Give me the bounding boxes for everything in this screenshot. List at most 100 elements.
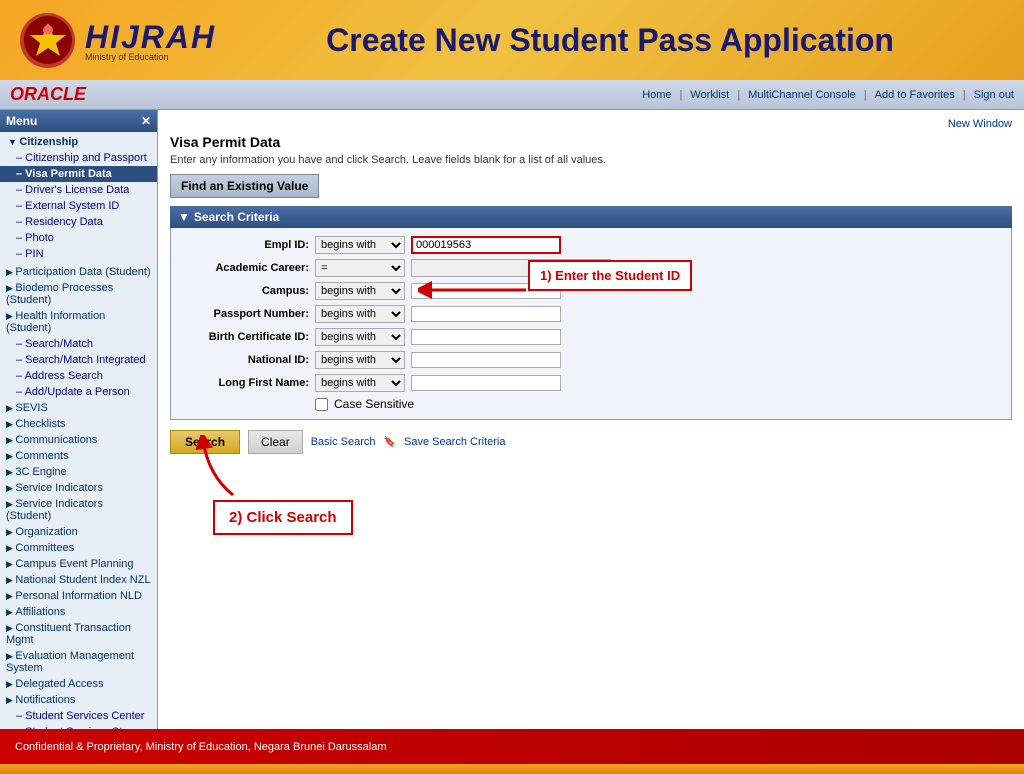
sidebar-link-citizenship-passport[interactable]: – Citizenship and Passport xyxy=(0,150,157,166)
empl-id-operator[interactable]: begins with = contains xyxy=(315,236,405,254)
sidebar-collapse-icon[interactable]: ✕ xyxy=(141,114,151,128)
sidebar-group-biodemo[interactable]: Biodemo Processes (Student) xyxy=(0,280,157,308)
search-row-birth-cert: Birth Certificate ID: begins with = xyxy=(179,328,1003,346)
sidebar-group-sevis[interactable]: SEVIS xyxy=(0,400,157,416)
academic-career-label: Academic Career: xyxy=(179,262,309,274)
page-description: Enter any information you have and click… xyxy=(170,154,1012,166)
clear-button[interactable]: Clear xyxy=(248,430,303,454)
search-criteria-header: ▼ Search Criteria xyxy=(170,206,1012,228)
sidebar-group-service-indicators-student[interactable]: Service Indicators (Student) xyxy=(0,496,157,524)
sidebar-group-national-student[interactable]: National Student Index NZL xyxy=(0,572,157,588)
search-row-national-id: National ID: begins with = xyxy=(179,351,1003,369)
empl-id-input[interactable] xyxy=(411,236,561,254)
main-layout: Menu ✕ Citizenship – Citizenship and Pas… xyxy=(0,110,1024,729)
sidebar-link-photo[interactable]: – Photo xyxy=(0,230,157,246)
national-id-input[interactable] xyxy=(411,352,561,368)
case-sensitive-checkbox[interactable] xyxy=(315,398,328,411)
sidebar-link-student-services[interactable]: – Student Services Center xyxy=(0,708,157,724)
sidebar-group-comments[interactable]: Comments xyxy=(0,448,157,464)
action-buttons: Search Clear Basic Search 🔖 Save Search … xyxy=(170,430,1012,454)
nav-multichannel[interactable]: MultiChannel Console xyxy=(748,89,856,101)
passport-input[interactable] xyxy=(411,306,561,322)
search-row-empl-id: Empl ID: begins with = contains xyxy=(179,236,1003,254)
sidebar-link-student-services-student[interactable]: – Student Services Ctr (Student) xyxy=(0,724,157,729)
basic-search-link[interactable]: Basic Search xyxy=(311,436,376,448)
sidebar-header: Menu ✕ xyxy=(0,110,157,132)
sidebar-link-search-match[interactable]: – Search/Match xyxy=(0,336,157,352)
logo-icon xyxy=(20,13,75,68)
sidebar-group-delegated[interactable]: Delegated Access xyxy=(0,676,157,692)
long-first-name-operator[interactable]: begins with = xyxy=(315,374,405,392)
sidebar-group-3c-engine[interactable]: 3C Engine xyxy=(0,464,157,480)
logo-area: HIJRAH Ministry of Education xyxy=(20,13,216,68)
sidebar-link-external-system[interactable]: – External System ID xyxy=(0,198,157,214)
sidebar-group-participation[interactable]: Participation Data (Student) xyxy=(0,264,157,280)
nav-add-favorites[interactable]: Add to Favorites xyxy=(875,89,955,101)
annotation-step2: 2) Click Search xyxy=(213,500,353,535)
nav-sign-out[interactable]: Sign out xyxy=(974,89,1014,101)
national-id-label: National ID: xyxy=(179,354,309,366)
collapse-icon[interactable]: ▼ xyxy=(178,210,190,224)
arrow1-icon xyxy=(418,275,528,308)
search-row-long-first-name: Long First Name: begins with = xyxy=(179,374,1003,392)
sidebar-link-add-update-person[interactable]: – Add/Update a Person xyxy=(0,384,157,400)
new-window-area: New Window xyxy=(170,118,1012,130)
nav-links: Home | Worklist | MultiChannel Console |… xyxy=(642,89,1014,101)
sidebar-group-committees[interactable]: Committees xyxy=(0,540,157,556)
sidebar: Menu ✕ Citizenship – Citizenship and Pas… xyxy=(0,110,158,729)
arrow2-icon xyxy=(193,435,253,503)
campus-operator[interactable]: begins with = xyxy=(315,282,405,300)
passport-label: Passport Number: xyxy=(179,308,309,320)
sidebar-group-checklists[interactable]: Checklists xyxy=(0,416,157,432)
sidebar-group-personal-info[interactable]: Personal Information NLD xyxy=(0,588,157,604)
sidebar-group-organization[interactable]: Organization xyxy=(0,524,157,540)
nav-home[interactable]: Home xyxy=(642,89,671,101)
sidebar-link-address-search[interactable]: – Address Search xyxy=(0,368,157,384)
app-header: HIJRAH Ministry of Education Create New … xyxy=(0,0,1024,80)
new-window-link[interactable]: New Window xyxy=(948,118,1012,130)
sidebar-group-constituent[interactable]: Constituent Transaction Mgmt xyxy=(0,620,157,648)
logo-text: HIJRAH xyxy=(85,19,216,56)
sidebar-link-visa-permit[interactable]: – Visa Permit Data xyxy=(0,166,157,182)
footer: Confidential & Proprietary, Ministry of … xyxy=(0,729,1024,764)
case-sensitive-row: Case Sensitive xyxy=(315,397,1003,411)
search-criteria-panel: ▼ Search Criteria Empl ID: begins with =… xyxy=(170,206,1012,420)
passport-operator[interactable]: begins with = xyxy=(315,305,405,323)
search-criteria-label: Search Criteria xyxy=(194,210,279,224)
bottom-gradient-bar xyxy=(0,764,1024,774)
sidebar-group-communications[interactable]: Communications xyxy=(0,432,157,448)
annotation-step1: 1) Enter the Student ID xyxy=(528,260,692,291)
save-search-link[interactable]: Save Search Criteria xyxy=(404,436,506,448)
birth-cert-label: Birth Certificate ID: xyxy=(179,331,309,343)
academic-career-operator[interactable]: = begins with xyxy=(315,259,405,277)
sidebar-group-service-indicators[interactable]: Service Indicators xyxy=(0,480,157,496)
sidebar-link-residency[interactable]: – Residency Data xyxy=(0,214,157,230)
sidebar-link-search-match-integrated[interactable]: – Search/Match Integrated xyxy=(0,352,157,368)
sidebar-group-affiliations[interactable]: Affiliations xyxy=(0,604,157,620)
oracle-logo: ORACLE xyxy=(10,84,86,105)
birth-cert-input[interactable] xyxy=(411,329,561,345)
empl-id-label: Empl ID: xyxy=(179,239,309,251)
sidebar-group-evaluation[interactable]: Evaluation Management System xyxy=(0,648,157,676)
page-main-title: Create New Student Pass Application xyxy=(216,22,1004,59)
sidebar-group-notifications[interactable]: Notifications xyxy=(0,692,157,708)
sidebar-citizenship-section: Citizenship – Citizenship and Passport –… xyxy=(0,132,157,264)
content-area: New Window Visa Permit Data Enter any in… xyxy=(158,110,1024,729)
nav-worklist[interactable]: Worklist xyxy=(690,89,729,101)
sidebar-link-drivers-license[interactable]: – Driver's License Data xyxy=(0,182,157,198)
sidebar-menu-label: Menu xyxy=(6,114,37,128)
footer-text: Confidential & Proprietary, Ministry of … xyxy=(15,741,387,753)
long-first-name-input[interactable] xyxy=(411,375,561,391)
sidebar-group-health[interactable]: Health Information (Student) xyxy=(0,308,157,336)
long-first-name-label: Long First Name: xyxy=(179,377,309,389)
find-existing-button[interactable]: Find an Existing Value xyxy=(170,174,319,198)
sidebar-item-citizenship[interactable]: Citizenship xyxy=(0,134,157,150)
search-row-passport: Passport Number: begins with = xyxy=(179,305,1003,323)
save-search-icon: 🔖 xyxy=(384,437,396,448)
sidebar-group-campus-event[interactable]: Campus Event Planning xyxy=(0,556,157,572)
national-id-operator[interactable]: begins with = xyxy=(315,351,405,369)
sidebar-link-pin[interactable]: – PIN xyxy=(0,246,157,262)
page-title: Visa Permit Data xyxy=(170,134,1012,150)
oracle-navbar: ORACLE Home | Worklist | MultiChannel Co… xyxy=(0,80,1024,110)
birth-cert-operator[interactable]: begins with = xyxy=(315,328,405,346)
